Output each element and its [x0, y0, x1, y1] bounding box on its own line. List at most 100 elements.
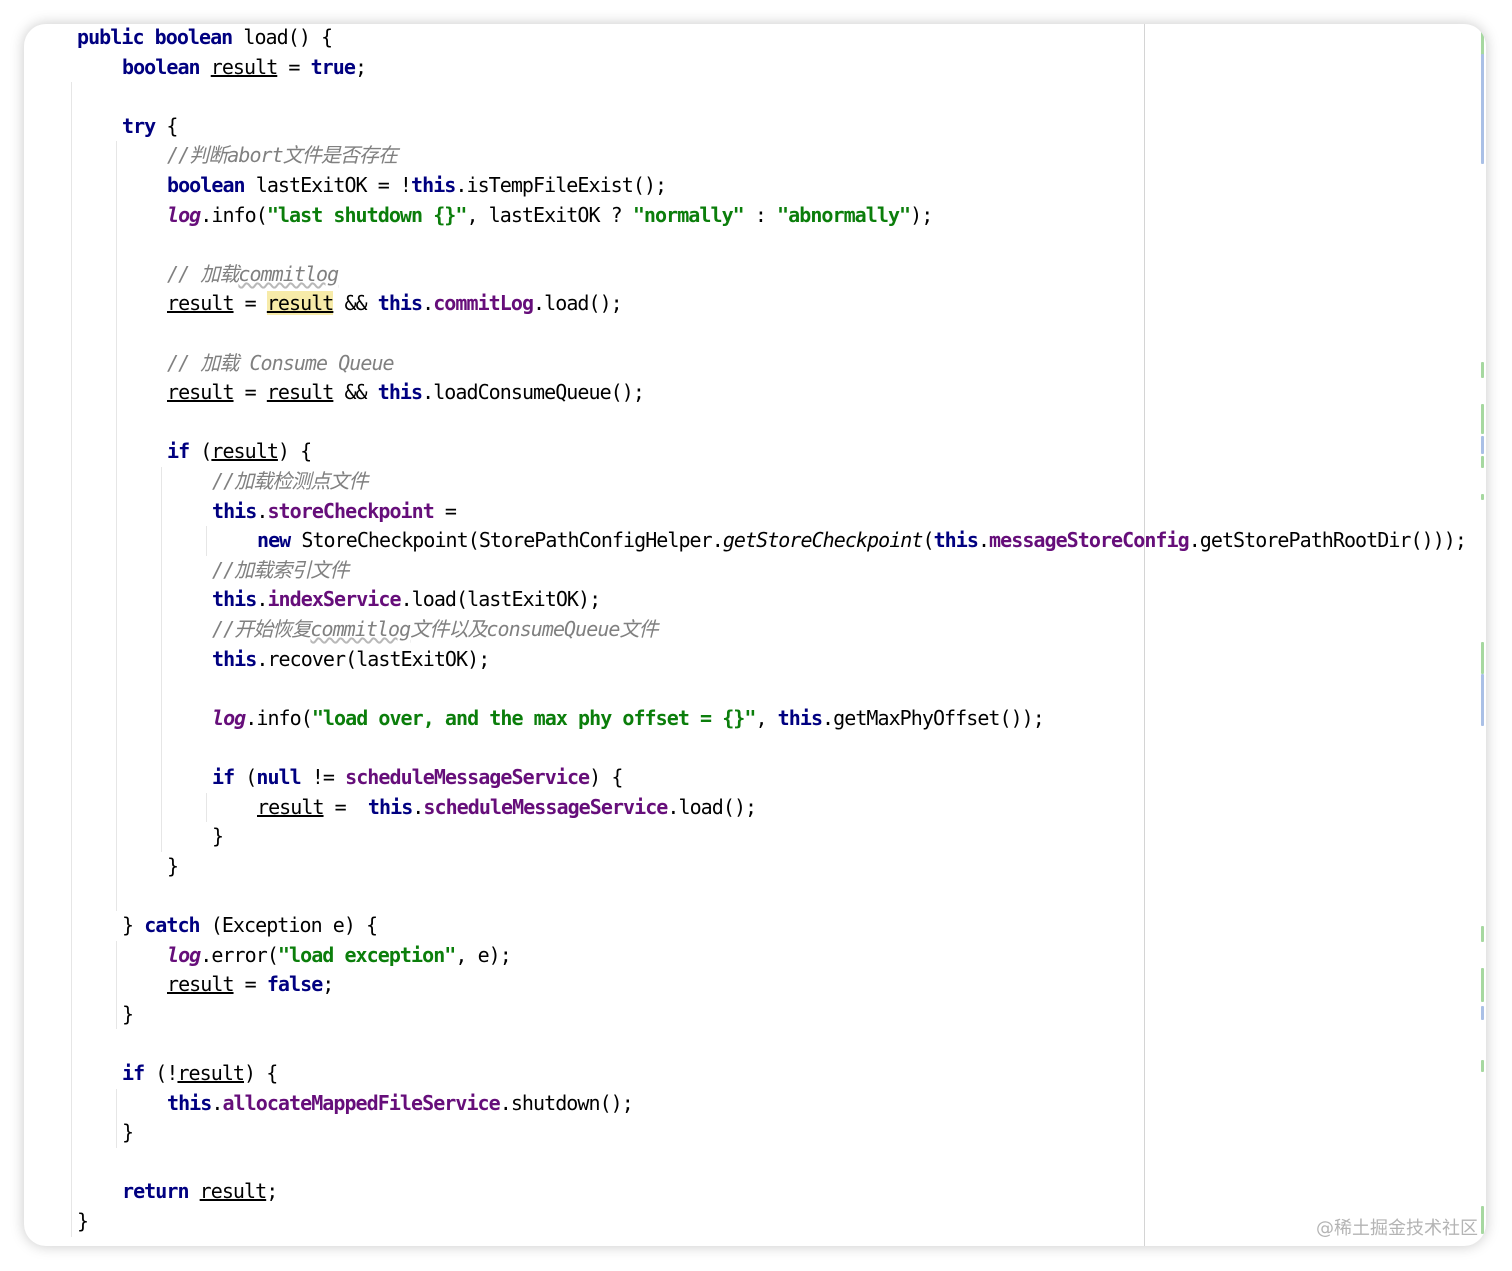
code-token: commitlog	[310, 617, 411, 641]
code-line[interactable]: } catch (Exception e) {	[122, 911, 378, 940]
code-line[interactable]: this.recover(lastExitOK);	[212, 645, 490, 674]
vcs-change-marker[interactable]	[1481, 926, 1484, 942]
code-line[interactable]: return result;	[122, 1177, 278, 1206]
code-line[interactable]: //加载检测点文件	[212, 467, 368, 496]
code-token: commitLog	[433, 291, 534, 316]
code-token: if	[212, 765, 235, 789]
code-token: this	[212, 587, 257, 612]
vcs-change-marker[interactable]	[1481, 404, 1484, 434]
change-markers-gutter	[1476, 24, 1486, 1246]
code-token: =	[233, 291, 267, 316]
code-line[interactable]: log.error("load exception", e);	[167, 941, 512, 970]
code-token: "last shutdown {}"	[266, 202, 468, 227]
code-token: this	[777, 705, 823, 730]
code-line[interactable]: boolean lastExitOK = !this.isTempFileExi…	[167, 171, 667, 200]
code-token: &&	[333, 291, 378, 316]
code-line[interactable]: try {	[122, 112, 178, 141]
vcs-change-marker[interactable]	[1481, 1006, 1484, 1020]
code-token: "abnormally"	[777, 202, 911, 227]
code-line[interactable]: this.storeCheckpoint =	[212, 497, 457, 526]
code-token: .	[412, 794, 424, 819]
code-token: .isTempFileExist();	[455, 173, 667, 197]
code-token: );	[910, 202, 933, 227]
right-margin-guide	[1144, 24, 1145, 1246]
vcs-change-marker[interactable]	[1481, 436, 1484, 454]
code-line[interactable]: if (null != scheduleMessageService) {	[212, 763, 623, 792]
code-token: boolean	[122, 54, 201, 79]
code-token: .info(	[200, 202, 267, 227]
code-line[interactable]: }	[122, 1000, 134, 1029]
vcs-change-marker[interactable]	[1481, 54, 1484, 164]
code-token: //判断abort文件是否存在	[167, 143, 398, 168]
code-line[interactable]: }	[77, 1207, 89, 1236]
code-token: storeCheckpoint	[267, 498, 434, 523]
code-token: result	[210, 54, 278, 79]
vcs-change-marker[interactable]	[1481, 642, 1484, 674]
vcs-change-marker[interactable]	[1481, 674, 1484, 726]
code-line[interactable]: if (result) {	[167, 437, 312, 466]
vcs-change-marker[interactable]	[1481, 456, 1484, 468]
indent-guide	[206, 792, 207, 823]
code-token: =	[433, 498, 457, 523]
code-line[interactable]: log.info("load over, and the max phy off…	[212, 704, 1045, 733]
code-token: "load over, and the max phy offset = {}"	[311, 705, 757, 730]
code-token: log	[212, 705, 246, 730]
code-token: .loadConsumeQueue();	[422, 380, 645, 405]
code-line[interactable]: result = result && this.loadConsumeQueue…	[167, 378, 645, 407]
code-token: // 加载 Consume Queue	[167, 350, 395, 375]
code-line[interactable]: //开始恢复commitlog文件以及consumeQueue文件	[212, 615, 659, 644]
code-line[interactable]: result = this.scheduleMessageService.loa…	[257, 793, 757, 822]
code-token: .	[211, 1090, 223, 1115]
code-line[interactable]: public boolean load() {	[77, 24, 333, 52]
code-line[interactable]: }	[167, 852, 179, 881]
indent-guide	[116, 1088, 117, 1148]
vcs-change-marker[interactable]	[1481, 362, 1484, 378]
vcs-change-marker[interactable]	[1481, 494, 1484, 500]
code-token: "normally"	[632, 202, 745, 227]
code-token: getStoreCheckpoint	[722, 528, 924, 553]
code-token: (!	[144, 1061, 178, 1085]
code-line[interactable]: if (!result) {	[122, 1059, 278, 1088]
code-line[interactable]: //加载索引文件	[212, 556, 349, 585]
code-token: (	[189, 439, 212, 464]
vcs-change-marker[interactable]	[1481, 1060, 1484, 1072]
code-token: scheduleMessageService	[423, 794, 668, 819]
code-line[interactable]: }	[212, 822, 224, 851]
code-line[interactable]: result = result && this.commitLog.load()…	[167, 289, 623, 318]
code-line[interactable]: result = false;	[167, 970, 334, 999]
code-line[interactable]: boolean result = true;	[122, 53, 367, 82]
code-token: .	[256, 498, 268, 523]
code-line[interactable]: new StoreCheckpoint(StorePathConfigHelpe…	[257, 526, 1467, 555]
code-token: {	[155, 113, 178, 138]
code-token: }	[122, 913, 145, 937]
vcs-change-marker[interactable]	[1481, 1206, 1484, 1234]
code-token: commitlog	[238, 261, 339, 286]
code-token: //加载索引文件	[212, 557, 349, 582]
code-line[interactable]: // 加载commitlog	[167, 260, 339, 289]
code-token: .load(lastExitOK);	[400, 587, 602, 612]
code-token: , lastExitOK ?	[466, 202, 633, 227]
code-token: .shutdown();	[499, 1090, 634, 1115]
code-line[interactable]: log.info("last shutdown {}", lastExitOK …	[167, 201, 933, 230]
code-token: =	[233, 380, 267, 405]
code-token: !=	[300, 765, 346, 789]
code-line[interactable]: // 加载 Consume Queue	[167, 349, 395, 378]
code-token: "load exception"	[277, 942, 456, 967]
code-token: .	[256, 587, 268, 612]
code-line[interactable]: this.allocateMappedFileService.shutdown(…	[167, 1089, 634, 1118]
vcs-change-marker[interactable]	[1481, 968, 1484, 1002]
code-token: true	[310, 54, 356, 79]
code-token: log	[167, 942, 201, 967]
code-line[interactable]: //判断abort文件是否存在	[167, 141, 398, 170]
indent-guide	[206, 526, 207, 556]
code-token: // 加载	[167, 261, 239, 286]
code-line[interactable]: this.indexService.load(lastExitOK);	[212, 585, 602, 614]
code-token: (	[922, 528, 934, 553]
code-token: messageStoreConfig	[989, 528, 1190, 553]
code-token: this	[212, 498, 257, 523]
code-token: null	[256, 765, 301, 789]
code-token: StoreCheckpoint(StorePathConfigHelper.	[290, 528, 723, 553]
code-token: //开始恢复	[212, 617, 311, 641]
code-line[interactable]: }	[122, 1118, 134, 1147]
